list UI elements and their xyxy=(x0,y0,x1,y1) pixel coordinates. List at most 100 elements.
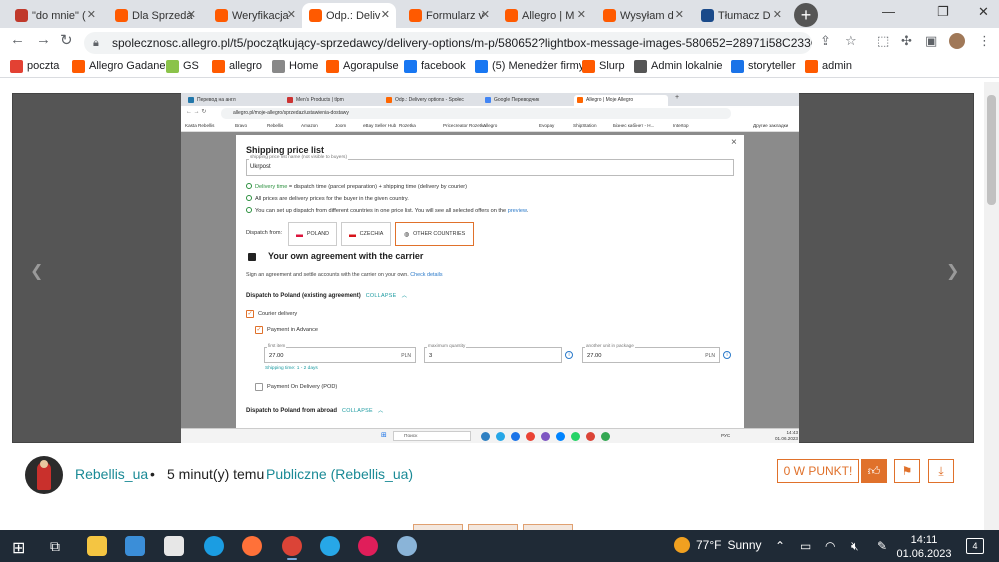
inner-clock: 14:43 01.06.2023 xyxy=(775,430,798,442)
post-author-link[interactable]: Rebellis_ua xyxy=(75,466,148,482)
back-icon[interactable]: ← xyxy=(10,31,25,48)
share-icon[interactable]: ⇪ xyxy=(820,33,831,49)
flag-icon[interactable]: ⚑ xyxy=(894,459,920,483)
browser-tab[interactable]: Wysyłam d ✕ xyxy=(596,3,690,28)
menu-icon[interactable]: ⋮ xyxy=(978,33,991,49)
edge-icon[interactable] xyxy=(204,536,224,556)
bookmark-icon xyxy=(634,59,647,73)
mail-icon[interactable] xyxy=(125,536,145,556)
slack-icon[interactable] xyxy=(358,536,378,556)
bookmark-star-icon[interactable]: ☆ xyxy=(845,33,857,49)
puzzle-icon[interactable]: ✣ xyxy=(901,33,912,49)
bookmark-item[interactable]: Agorapulse xyxy=(326,58,399,74)
sidebar-icon[interactable]: ▣ xyxy=(925,33,937,49)
tab-close-icon[interactable]: ✕ xyxy=(577,8,586,21)
next-image-icon[interactable]: ❯ xyxy=(946,261,959,281)
browser-tab[interactable]: Dla Sprzeda ✕ xyxy=(108,3,202,28)
inner-tab-favicon-icon xyxy=(188,97,194,103)
pen-icon[interactable]: ✎ xyxy=(877,539,887,553)
info-dispatch: You can set up dispatch from different c… xyxy=(246,207,528,214)
browser-tab[interactable]: Odp.: Deliv ✕ xyxy=(302,3,396,28)
tab-close-icon[interactable]: ✕ xyxy=(675,8,684,21)
tab-label: Tłumacz D xyxy=(718,9,771,22)
volume-muted-icon[interactable]: 🔇︎ xyxy=(851,539,859,554)
tab-close-icon[interactable]: ✕ xyxy=(287,8,296,21)
bookmark-item[interactable]: (5) Menedżer firmy xyxy=(475,58,584,74)
bookmark-item[interactable]: admin xyxy=(805,58,852,74)
browser-tab[interactable]: Allegro | M ✕ xyxy=(498,3,592,28)
close-window-icon[interactable]: ✕ xyxy=(978,4,989,20)
new-tab-button[interactable]: + xyxy=(794,3,818,27)
inner-tab: Google Переводчик xyxy=(482,95,576,106)
app-icon[interactable] xyxy=(397,536,417,556)
tab-close-icon[interactable]: ✕ xyxy=(87,8,96,21)
tab-close-icon[interactable]: ✕ xyxy=(187,8,196,21)
bookmark-item[interactable]: poczta xyxy=(10,58,59,74)
profile-avatar[interactable] xyxy=(949,33,965,49)
check-circle-icon xyxy=(246,195,252,201)
network-icon[interactable]: ▭ xyxy=(800,539,811,553)
store-icon[interactable] xyxy=(164,536,184,556)
bookmark-item[interactable]: Allegro Gadane xyxy=(72,58,165,74)
firefox-icon[interactable] xyxy=(242,536,262,556)
another-unit-label: another unit in package xyxy=(585,343,635,348)
browser-tab[interactable]: "do mnie" (✕ xyxy=(8,3,102,28)
info-icon: i xyxy=(565,351,573,359)
thumbs-up-icon[interactable]: 👍︎ xyxy=(861,459,887,483)
scrollbar-thumb[interactable] xyxy=(987,95,996,205)
windows-start-icon[interactable]: ⊞ xyxy=(12,538,25,558)
tab-label: "do mnie" ( xyxy=(32,9,86,22)
task-view-icon[interactable]: ⧉ xyxy=(50,538,60,555)
notifications-badge[interactable]: 4 xyxy=(966,538,984,554)
bookmark-item[interactable]: facebook xyxy=(404,58,466,74)
bookmark-icon xyxy=(404,59,417,73)
forward-icon[interactable]: → xyxy=(36,31,51,48)
extension-icon[interactable]: ⬚ xyxy=(877,33,889,49)
inner-toolbar: ← → ↻ allegro.pl/moje-allegro/sprzedaz/u… xyxy=(181,106,799,121)
inner-search-text: Поиск xyxy=(404,434,418,439)
browser-tab[interactable]: Formularz v ✕ xyxy=(402,3,496,28)
maximize-icon[interactable]: ❐ xyxy=(937,4,949,20)
reload-icon[interactable]: ↻ xyxy=(60,31,73,49)
bookmark-item[interactable]: Admin lokalnie xyxy=(634,58,723,74)
tab-close-icon[interactable]: ✕ xyxy=(381,8,390,21)
post-visibility-link[interactable]: Publiczne (Rebellis_ua) xyxy=(266,466,413,482)
address-bar[interactable]: 🔒︎ spolecznosc.allegro.pl/t5/początkując… xyxy=(84,32,812,54)
browser-tab[interactable]: Tłumacz D ✕ xyxy=(694,3,788,28)
tab-label: Wysyłam d xyxy=(620,9,674,22)
inner-bookmark: Bravo xyxy=(235,123,248,128)
info-delivery-time: Delivery time = dispatch time (parcel pr… xyxy=(246,183,467,190)
messenger-icon xyxy=(556,432,565,441)
tab-close-icon[interactable]: ✕ xyxy=(481,8,490,21)
shipping-time: Shipping time: 1 - 2 days xyxy=(265,366,318,371)
taskbar-clock[interactable]: 14:11 01.06.2023 xyxy=(896,533,952,561)
download-icon[interactable]: ⤓ xyxy=(928,459,954,483)
tab-label: Dla Sprzeda xyxy=(132,9,193,22)
tab-label: Formularz v xyxy=(426,9,485,22)
wifi-icon[interactable]: ◠ xyxy=(825,539,835,553)
inner-bookmark: Kasta Rebellis xyxy=(185,123,215,128)
inner-date: 01.06.2023 xyxy=(775,436,798,441)
max-quantity-label: maximum quantity xyxy=(427,343,467,348)
bookmark-item[interactable]: Home xyxy=(272,58,318,74)
chrome-taskbar-icon[interactable] xyxy=(282,536,302,556)
telegram-taskbar-icon[interactable] xyxy=(320,536,340,556)
browser-tab[interactable]: Weryfikacja ✕ xyxy=(208,3,302,28)
user-avatar[interactable] xyxy=(25,456,63,494)
file-explorer-icon[interactable] xyxy=(87,536,107,556)
bookmark-label: allegro xyxy=(229,60,263,72)
bookmark-label: Home xyxy=(289,60,319,72)
tab-close-icon[interactable]: ✕ xyxy=(773,8,782,21)
prev-image-icon[interactable]: ❮ xyxy=(30,261,43,281)
windows-taskbar xyxy=(0,530,999,562)
bookmark-item[interactable]: storyteller xyxy=(731,58,796,74)
chevron-up-icon: ︿ xyxy=(401,293,408,299)
first-item-field: 27.00 PLN xyxy=(264,347,416,363)
minimize-icon[interactable]: — xyxy=(882,4,895,19)
bookmark-item[interactable]: Slurp xyxy=(582,58,625,74)
bookmark-item[interactable]: allegro xyxy=(212,58,262,74)
bookmark-item[interactable]: GS xyxy=(166,58,199,74)
tray-chevron-icon[interactable]: ⌃ xyxy=(775,539,785,553)
weather-widget[interactable]: 77°F Sunny xyxy=(674,537,762,553)
kudos-counter[interactable]: 0 W PUNKT! xyxy=(777,459,859,483)
